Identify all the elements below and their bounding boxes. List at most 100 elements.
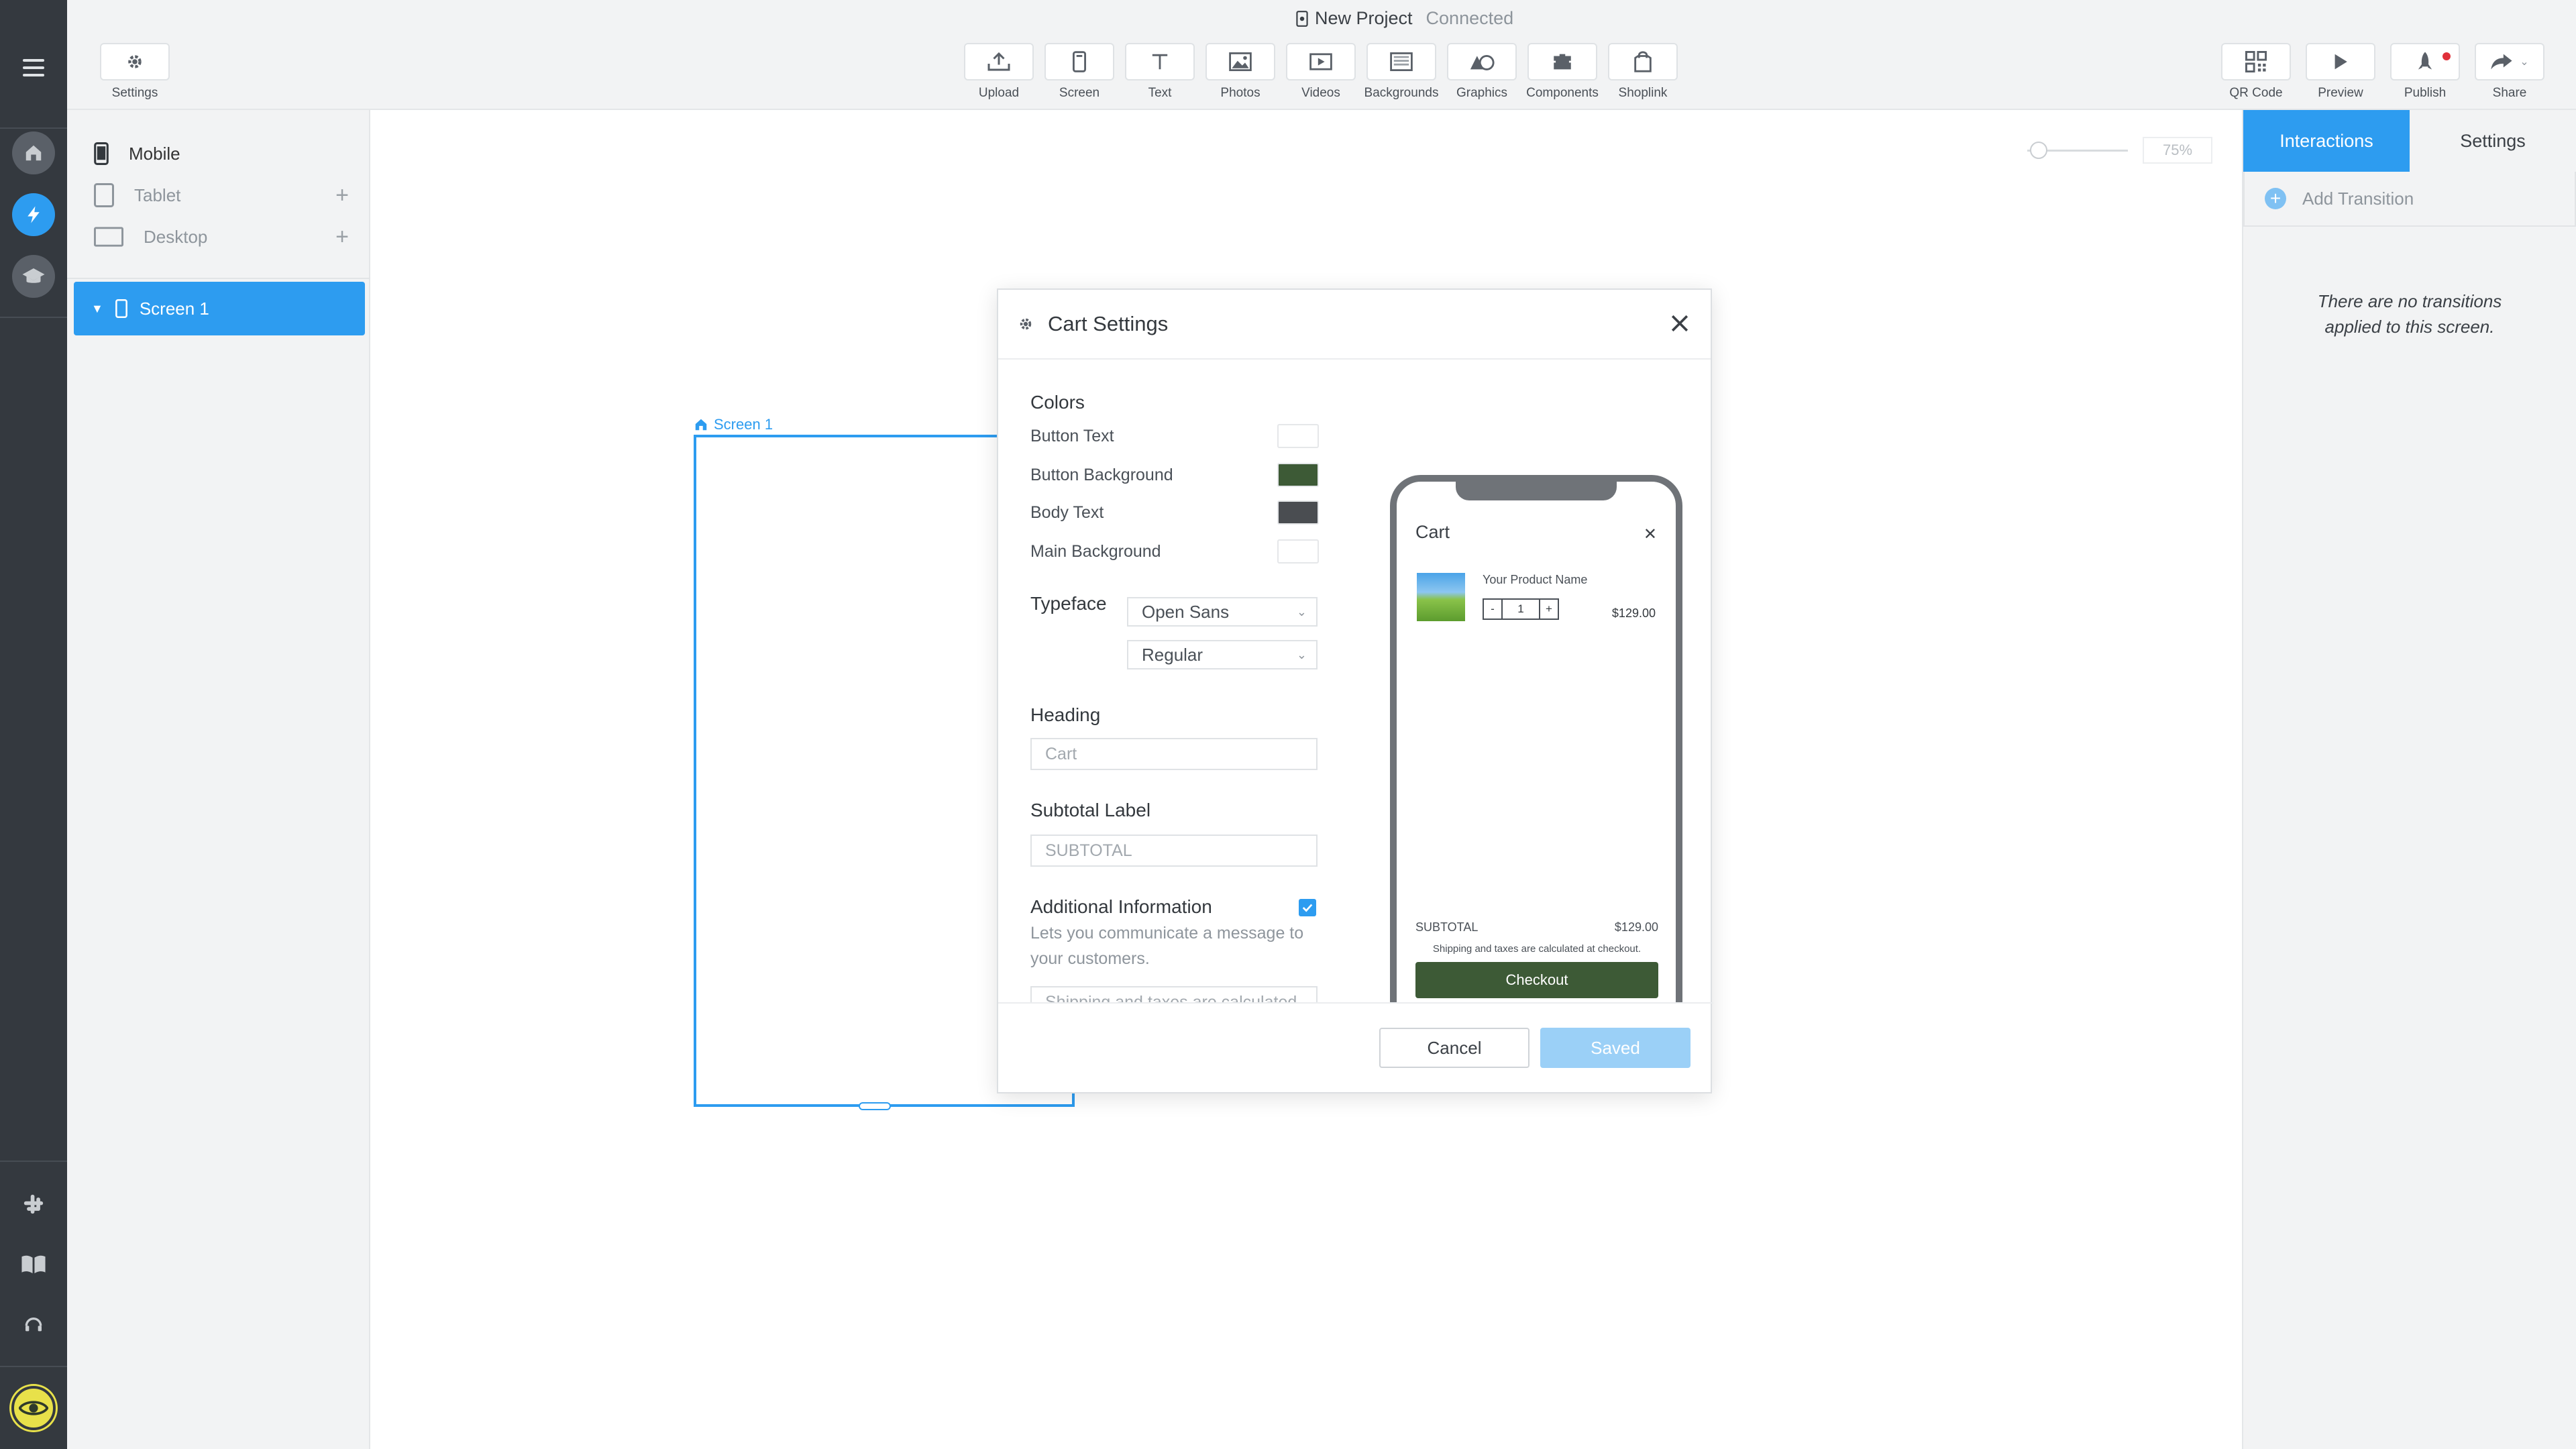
project-title[interactable]: New Project Connected: [1295, 8, 1513, 29]
settings-button[interactable]: Settings: [99, 43, 170, 101]
additional-info-heading: Additional Information: [1030, 896, 1212, 917]
videos-button[interactable]: Videos: [1285, 43, 1356, 101]
heading-input[interactable]: Cart: [1030, 738, 1318, 770]
device-mobile[interactable]: Mobile: [94, 137, 356, 170]
slack-icon[interactable]: [17, 1187, 50, 1221]
play-icon: [2334, 54, 2347, 70]
home-icon[interactable]: [12, 131, 55, 174]
font-weight-select[interactable]: Regular ⌄: [1127, 640, 1318, 669]
share-button[interactable]: ⌄ Share: [2474, 43, 2545, 101]
backgrounds-button[interactable]: Backgrounds: [1364, 43, 1438, 101]
phone-notch: [1456, 480, 1617, 500]
saved-button[interactable]: Saved: [1540, 1028, 1690, 1068]
button-background-color-swatch[interactable]: [1277, 463, 1319, 487]
add-tablet-icon[interactable]: +: [335, 182, 349, 209]
backgrounds-icon: [1390, 52, 1413, 71]
photos-icon: [1229, 52, 1252, 71]
components-button[interactable]: Components: [1526, 43, 1599, 101]
text-icon: [1152, 54, 1168, 70]
resize-handle[interactable]: [859, 1102, 891, 1110]
shoplink-button[interactable]: Shoplink: [1607, 43, 1678, 101]
cart-preview-title: Cart: [1415, 522, 1450, 542]
subtotal-label-input[interactable]: SUBTOTAL: [1030, 835, 1318, 867]
zoom-value[interactable]: 75%: [2143, 137, 2212, 164]
qr-code-button[interactable]: QR Code: [2220, 43, 2292, 101]
device-tablet[interactable]: Tablet +: [94, 178, 356, 212]
checkmark-icon: [1302, 904, 1313, 912]
zoom-slider[interactable]: [2027, 141, 2128, 159]
close-icon[interactable]: [1668, 311, 1692, 335]
tab-interactions[interactable]: Interactions: [2243, 110, 2410, 172]
share-icon: [2491, 54, 2512, 70]
left-panel: Mobile Tablet + Desktop + ▼ Screen 1: [67, 110, 370, 1449]
top-toolbar: New Project Connected Settings Upload Sc…: [67, 0, 2576, 110]
rail-divider: [0, 317, 67, 318]
color-row-main-background: Main Background: [1030, 538, 1319, 565]
upload-icon: [987, 52, 1010, 71]
screen-button[interactable]: Screen: [1044, 43, 1115, 101]
checkout-button-preview: Checkout: [1415, 962, 1658, 998]
zoom-control: 75%: [2027, 137, 2212, 164]
photos-button[interactable]: Photos: [1205, 43, 1276, 101]
notification-dot: [2443, 52, 2451, 60]
rocket-icon: [2418, 52, 2432, 70]
screen-item-label: Screen 1: [139, 298, 209, 319]
cart-preview-phone: Cart ✕ Your Product Name - 1 + $129.00 S…: [1390, 475, 1682, 1004]
zoom-slider-handle[interactable]: [2030, 141, 2047, 159]
lightning-icon[interactable]: [12, 193, 55, 236]
right-panel: Interactions Settings + Add Transition T…: [2242, 110, 2576, 1449]
videos-icon: [1309, 53, 1332, 70]
device-desktop[interactable]: Desktop +: [94, 220, 356, 254]
book-icon[interactable]: [17, 1248, 50, 1281]
screen-frame-label[interactable]: Screen 1: [694, 416, 773, 433]
add-desktop-icon[interactable]: +: [335, 224, 349, 250]
project-name: New Project: [1315, 8, 1413, 28]
add-transition-button[interactable]: + Add Transition: [2243, 172, 2576, 227]
text-button[interactable]: Text: [1124, 43, 1195, 101]
plus-circle-icon: +: [2265, 188, 2286, 209]
menu-icon[interactable]: [23, 59, 44, 76]
rail-divider: [0, 1161, 67, 1162]
caret-down-icon[interactable]: ▼: [91, 302, 103, 316]
color-row-button-background: Button Background: [1030, 462, 1319, 488]
connection-status: Connected: [1426, 8, 1514, 28]
upload-button[interactable]: Upload: [963, 43, 1034, 101]
empty-transitions-message: There are no transitions applied to this…: [2317, 291, 2502, 337]
colors-heading: Colors: [1030, 392, 1085, 413]
dialog-title: Cart Settings: [1048, 312, 1169, 335]
product-thumbnail: [1417, 573, 1465, 621]
subtotal-label-heading: Subtotal Label: [1030, 800, 1151, 820]
tablet-icon: [94, 183, 114, 207]
qty-value: 1: [1503, 598, 1539, 620]
qty-minus: -: [1483, 598, 1503, 620]
cancel-button[interactable]: Cancel: [1379, 1028, 1529, 1068]
body-text-color-swatch[interactable]: [1277, 500, 1319, 525]
components-icon: [1554, 54, 1571, 70]
graduation-cap-icon[interactable]: [12, 255, 55, 298]
support-icon[interactable]: [17, 1308, 50, 1342]
tab-settings[interactable]: Settings: [2410, 110, 2576, 172]
graphics-button[interactable]: Graphics: [1446, 43, 1517, 101]
cart-settings-dialog: Cart Settings Colors Button Text Button …: [997, 288, 1713, 1093]
eye-icon[interactable]: [11, 1386, 56, 1430]
product-price: $129.00: [1611, 606, 1656, 620]
product-name: Your Product Name: [1483, 573, 1588, 586]
button-text-color-swatch[interactable]: [1277, 424, 1319, 448]
rail-divider: [0, 1366, 67, 1367]
panel-divider: [67, 278, 370, 279]
shoplink-icon: [1634, 51, 1652, 72]
typeface-select[interactable]: Open Sans ⌄: [1127, 597, 1318, 627]
publish-button[interactable]: Publish: [2390, 43, 2461, 101]
home-icon: [695, 419, 707, 431]
preview-button[interactable]: Preview: [2305, 43, 2376, 101]
app-rail: [0, 0, 67, 1449]
shipping-note: Shipping and taxes are calculated at che…: [1432, 943, 1642, 955]
chevron-down-icon: ⌄: [2520, 56, 2529, 68]
subtotal-row: SUBTOTAL $129.00: [1415, 920, 1658, 934]
additional-info-input[interactable]: Shipping and taxes are calculated: [1030, 986, 1318, 1004]
color-row-button-text: Button Text: [1030, 423, 1319, 449]
additional-info-helper: Lets you communicate a message to your c…: [1030, 924, 1304, 968]
screen-list-item[interactable]: ▼ Screen 1: [74, 282, 365, 335]
main-background-color-swatch[interactable]: [1277, 539, 1319, 564]
additional-info-checkbox[interactable]: [1299, 899, 1316, 916]
